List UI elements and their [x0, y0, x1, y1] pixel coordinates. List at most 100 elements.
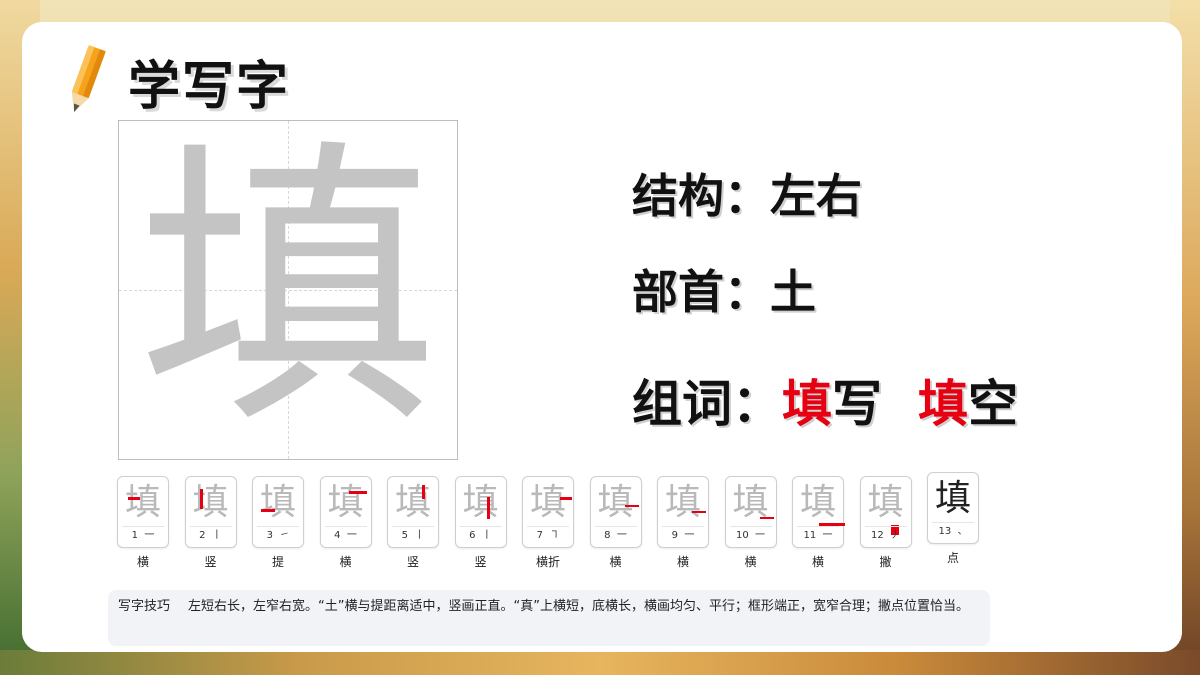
stroke-number-label: 11 一 — [797, 526, 839, 545]
stroke-number: 11 — [803, 530, 817, 541]
stroke-character: 填 — [462, 482, 499, 523]
stroke-step: 填 8 一横 — [589, 476, 642, 571]
stroke-name: 横折 — [535, 555, 560, 569]
structure-label: 结构： — [632, 169, 770, 223]
writing-tip-box: 写字技巧 左短右长，左窄右宽。“土”横与提距离适中，竖画正直。“真”上横短，底横长… — [108, 590, 990, 646]
stroke-number-label: 12 丿 — [864, 526, 907, 545]
stroke-name: 撇 — [879, 555, 892, 569]
stroke-symbol: 丿 — [890, 530, 901, 541]
stroke-character: 填 — [799, 482, 836, 523]
stroke-number-label: 5 丨 — [392, 526, 434, 545]
current-stroke-highlight — [128, 497, 140, 500]
stroke-number: 13 — [938, 526, 952, 537]
stroke-name: 横 — [744, 555, 757, 569]
stroke-number: 3 — [266, 530, 273, 541]
stroke-number-label: 10 一 — [729, 526, 772, 545]
stroke-symbol: ㇕ — [549, 530, 560, 541]
stroke-number: 5 — [401, 530, 408, 541]
current-stroke-highlight — [759, 517, 774, 519]
stroke-name: 横 — [136, 555, 149, 569]
stroke-name: 横 — [811, 555, 824, 569]
radical-value: 土 — [770, 265, 816, 319]
stroke-symbol: 一 — [144, 530, 155, 541]
stroke-number: 12 — [870, 530, 884, 541]
stroke-number-label: 4 一 — [324, 526, 367, 545]
stroke-tile: 填 13 、 — [927, 472, 979, 544]
stroke-number-label: 13 、 — [932, 522, 974, 541]
stroke-symbol: 一 — [822, 530, 833, 541]
stroke-number: 4 — [334, 530, 341, 541]
stroke-symbol: 一 — [346, 530, 357, 541]
stroke-number-label: 1 一 — [122, 526, 164, 545]
stroke-tile: 填 9 一 — [657, 476, 709, 548]
stroke-character: 填 — [529, 482, 566, 523]
word-highlight-char: 填 — [918, 375, 968, 433]
stroke-name: 横 — [676, 555, 689, 569]
stroke-tile: 填 12 丿 — [859, 476, 912, 548]
radical-row: 部首：土 — [632, 256, 816, 322]
writing-tip-label: 写字技巧 — [118, 599, 171, 614]
stroke-number-label: 9 一 — [662, 526, 704, 545]
stroke-number-label: 6 丨 — [459, 526, 502, 545]
stroke-step: 填 11 一横 — [792, 476, 845, 571]
stroke-tile: 填 4 一 — [319, 476, 372, 548]
current-stroke-highlight — [348, 491, 367, 494]
stroke-name: 竖 — [406, 555, 419, 569]
stroke-tile: 填 10 一 — [724, 476, 777, 548]
stroke-number-label: 8 一 — [594, 526, 637, 545]
writing-tip-text: 左短右长，左窄右宽。“土”横与提距离适中，竖画正直。“真”上横短，底横长，横画均… — [188, 599, 969, 614]
stroke-name: 横 — [609, 555, 622, 569]
words-row: 组词：填写 填空 — [632, 364, 1018, 436]
current-stroke-highlight — [692, 511, 706, 513]
stroke-name: 横 — [339, 555, 352, 569]
stroke-symbol: 一 — [616, 530, 627, 541]
current-stroke-highlight — [560, 497, 572, 500]
stroke-step: 填 2 丨竖 — [184, 476, 237, 571]
word-rest: 写 — [832, 375, 882, 433]
stroke-number: 7 — [536, 530, 543, 541]
stroke-symbol: 一 — [684, 530, 695, 541]
stroke-character: 填 — [867, 482, 904, 523]
stroke-character: 填 — [124, 482, 161, 523]
main-character: 填 — [138, 115, 438, 464]
stroke-character: 填 — [259, 482, 296, 523]
structure-value: 左右 — [770, 169, 862, 223]
stroke-character: 填 — [327, 482, 364, 523]
stroke-tile: 填 6 丨 — [454, 476, 507, 548]
stroke-name: 竖 — [204, 555, 217, 569]
stroke-character: 填 — [394, 482, 431, 523]
tianzige-grid: 填 — [118, 120, 458, 460]
stroke-step: 填 4 一横 — [319, 476, 372, 571]
stroke-step: 填 1 一横 — [117, 476, 169, 571]
current-stroke-highlight — [422, 485, 425, 499]
current-stroke-highlight — [486, 497, 490, 519]
words-label: 组词： — [632, 375, 782, 433]
stroke-name: 点 — [946, 551, 959, 565]
current-stroke-highlight — [624, 505, 639, 507]
stroke-tile: 填 11 一 — [792, 476, 845, 548]
stroke-symbol: ㇀ — [279, 530, 290, 541]
stroke-number-label: 2 丨 — [189, 526, 232, 545]
stroke-step: 填 12 丿撇 — [859, 476, 912, 571]
stroke-step: 填 6 丨竖 — [454, 476, 507, 571]
word-rest: 空 — [968, 375, 1018, 433]
stroke-number: 6 — [469, 530, 476, 541]
stroke-symbol: 、 — [957, 526, 968, 537]
stroke-number-label: 7 ㇕ — [527, 526, 569, 545]
stroke-number-label: 3 ㇀ — [257, 526, 299, 545]
stroke-symbol: 丨 — [414, 530, 425, 541]
page-title: 学写字 — [128, 57, 291, 117]
stroke-tile: 填 8 一 — [589, 476, 642, 548]
stroke-character: 填 — [664, 482, 701, 523]
stroke-step: 填 5 丨竖 — [387, 476, 439, 571]
stroke-name: 竖 — [474, 555, 487, 569]
stroke-tile: 填 5 丨 — [387, 476, 439, 548]
stroke-character: 填 — [192, 482, 229, 523]
stroke-step: 填 7 ㇕横折 — [522, 476, 574, 571]
stroke-tile: 填 3 ㇀ — [252, 476, 304, 548]
stroke-number: 9 — [671, 530, 678, 541]
structure-row: 结构：左右 — [632, 160, 862, 226]
stroke-step: 填 13 、点 — [927, 472, 979, 567]
stroke-tile: 填 7 ㇕ — [522, 476, 574, 548]
stroke-number: 10 — [735, 530, 749, 541]
